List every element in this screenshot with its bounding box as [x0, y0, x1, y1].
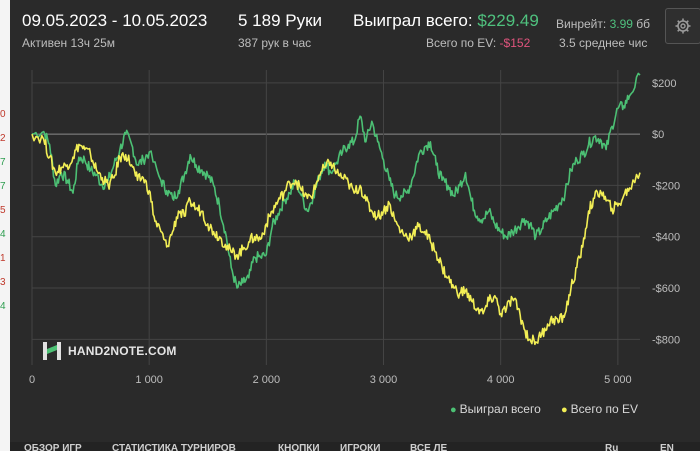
logo-text: HAND2NOTE.COM [68, 344, 177, 358]
left-strip-glyph: 2 [0, 133, 6, 144]
y-tick-label: -$600 [652, 283, 680, 295]
x-tick-label: 4 000 [487, 374, 515, 386]
settings-button[interactable] [665, 8, 700, 44]
left-strip-glyph: 1 [0, 253, 6, 264]
avg-stack: 3.5 среднее чис [559, 36, 648, 50]
gear-icon [675, 18, 691, 34]
y-tick-label: -$800 [652, 334, 680, 346]
lang-en[interactable]: EN [660, 443, 674, 451]
hand2note-logo-icon [43, 342, 61, 360]
active-time: Активен 13ч 25м [22, 36, 115, 50]
left-strip: 0 2 7 7 5 4 1 3 4 [0, 0, 10, 451]
legend-label-ev: Всего по EV [570, 402, 638, 416]
date-range: 09.05.2023 - 10.05.2023 [22, 11, 208, 30]
left-strip-glyph: 4 [0, 229, 6, 240]
legend-label-won: Выиграл всего [459, 402, 541, 416]
winrate: Винрейт: 3.99 бб [556, 13, 650, 35]
stats-panel: 09.05.2023 - 10.05.2023 5 189 Руки Выигр… [10, 0, 700, 451]
left-strip-glyph: 5 [0, 205, 6, 216]
tab-players[interactable]: ИГРОКИ [340, 443, 380, 451]
left-strip-glyph: 7 [0, 157, 6, 168]
x-tick-label: 5 000 [604, 374, 632, 386]
legend-item-won[interactable]: ● Выиграл всего [450, 402, 541, 416]
series-line-won [31, 72, 641, 289]
won-total-value: $229.49 [477, 11, 539, 30]
left-strip-glyph: 7 [0, 181, 6, 192]
left-strip-glyph: 3 [0, 277, 6, 288]
bottom-tabs: ОБЗОР ИГР СТАТИСТИКА ТУРНИРОВ КНОПКИ ИГР… [10, 442, 700, 451]
legend-dot-icon: ● [561, 404, 568, 416]
left-strip-glyph: 4 [0, 301, 6, 312]
legend-dot-icon: ● [450, 404, 457, 416]
y-tick-label: $200 [652, 78, 676, 90]
winrate-value: 3.99 [609, 17, 633, 31]
legend-item-ev[interactable]: ● Всего по EV [561, 402, 638, 416]
tab-all[interactable]: ВСЕ ЛЕ [410, 443, 447, 451]
y-tick-label: $0 [652, 129, 664, 141]
ev-total-value: -$152 [499, 36, 531, 50]
hands-per-hour: 387 рук в час [238, 36, 312, 50]
hands-count: 5 189 Руки [238, 11, 323, 30]
tab-buttons[interactable]: КНОПКИ [278, 443, 320, 451]
lang-ru[interactable]: Ru [605, 443, 618, 451]
hand2note-logo: HAND2NOTE.COM [42, 340, 177, 362]
winrate-unit: бб [636, 17, 651, 31]
left-strip-glyph: 0 [0, 109, 6, 120]
x-tick-label: 0 [29, 374, 35, 386]
series-line-ev [31, 133, 641, 346]
y-tick-label: -$400 [652, 232, 680, 244]
ev-total-label: Всего по EV: [426, 36, 497, 50]
ev-total: Всего по EV: -$152 [426, 36, 530, 50]
chart-legend: ● Выиграл всего ● Всего по EV [10, 402, 700, 418]
x-tick-label: 3 000 [370, 374, 398, 386]
tab-tournament-stats[interactable]: СТАТИСТИКА ТУРНИРОВ [112, 443, 236, 451]
x-tick-label: 2 000 [253, 374, 281, 386]
won-total-label: Выиграл всего: [353, 11, 473, 30]
x-tick-label: 1 000 [135, 374, 163, 386]
winrate-label: Винрейт: [556, 17, 607, 31]
tab-game-overview[interactable]: ОБЗОР ИГР [24, 443, 82, 451]
y-tick-label: -$200 [652, 180, 680, 192]
won-total: Выиграл всего: $229.49 [353, 10, 539, 32]
